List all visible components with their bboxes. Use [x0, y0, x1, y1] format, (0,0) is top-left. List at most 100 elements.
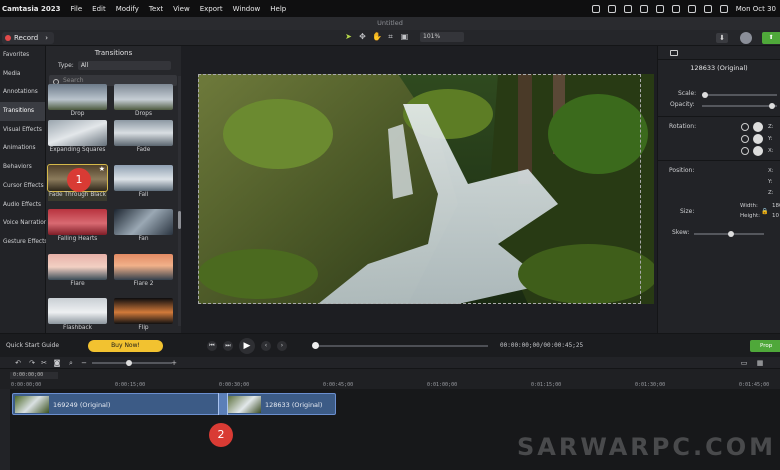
menu-text[interactable]: Text	[149, 5, 163, 13]
rotate-x-icon[interactable]	[741, 147, 749, 155]
hand-tool-icon[interactable]: ✋	[372, 32, 382, 42]
nav-behaviors[interactable]: Behaviors	[0, 158, 45, 177]
zoom-icon[interactable]: ⌕	[67, 359, 75, 367]
zoom-select[interactable]: 101%	[420, 32, 464, 42]
tile-fan[interactable]: Fan	[114, 209, 173, 245]
next-frame-icon[interactable]: ›	[277, 341, 287, 351]
arrow-tool-icon[interactable]: ➤	[344, 32, 353, 42]
rotate-z-dial[interactable]	[753, 122, 763, 132]
rotate-y-icon[interactable]	[741, 135, 749, 143]
prev-frame-icon[interactable]: ‹	[261, 341, 271, 351]
tile-drops[interactable]: Drops	[114, 84, 173, 120]
menu-view[interactable]: View	[173, 5, 190, 13]
quick-start-guide-link[interactable]: Quick Start Guide	[6, 342, 59, 349]
redo-icon[interactable]: ↷	[28, 359, 36, 367]
tile-flare-2[interactable]: Flare 2	[114, 254, 173, 290]
tile-flashback[interactable]: Flashback	[48, 298, 107, 334]
buy-now-button[interactable]: Buy Now!	[88, 340, 163, 352]
timeline-clip-2[interactable]: 128633 (Original)	[224, 393, 336, 415]
nav-audio-effects[interactable]: Audio Effects	[0, 196, 45, 215]
scale-slider[interactable]	[702, 92, 777, 98]
screen-icon[interactable]	[591, 4, 600, 13]
slider-knob[interactable]	[728, 231, 734, 237]
divider	[658, 160, 780, 161]
step-forward-icon[interactable]: ⏭	[223, 341, 233, 351]
shield-icon[interactable]	[623, 4, 632, 13]
menu-edit[interactable]: Edit	[92, 5, 106, 13]
slider-knob[interactable]	[769, 103, 775, 109]
rotate-z-icon[interactable]	[741, 123, 749, 131]
nav-visual-effects[interactable]: Visual Effects	[0, 121, 45, 140]
track-header[interactable]	[0, 389, 10, 470]
undo-icon[interactable]: ↶	[14, 359, 22, 367]
split-icon[interactable]: ✂	[40, 359, 48, 367]
playhead-time[interactable]: 0:00:00;00	[10, 372, 58, 379]
tile-flip[interactable]: Flip	[114, 298, 173, 334]
nav-animations[interactable]: Animations	[0, 139, 45, 158]
bluetooth-icon[interactable]	[671, 4, 680, 13]
layout-icon[interactable]: ▭	[740, 359, 748, 367]
export-button[interactable]: ⬆	[762, 32, 780, 44]
type-select[interactable]: All	[77, 61, 171, 70]
divider	[658, 116, 780, 117]
camera-icon[interactable]: ◙	[53, 359, 61, 367]
avatar[interactable]	[740, 32, 752, 44]
nav-voice-narration[interactable]: Voice Narration	[0, 214, 47, 233]
search-icon[interactable]	[719, 4, 728, 13]
tile-drop[interactable]: Drop	[48, 84, 107, 120]
skew-slider[interactable]	[694, 231, 764, 237]
height-value[interactable]: 10	[772, 213, 779, 219]
timeline-clip-1[interactable]: 169249 (Original)	[12, 393, 222, 415]
user-icon[interactable]	[607, 4, 616, 13]
menu-modify[interactable]: Modify	[116, 5, 139, 13]
scrub-track[interactable]	[316, 345, 488, 347]
star-icon[interactable]: ★	[99, 165, 105, 173]
rotate-y-dial[interactable]	[753, 134, 763, 144]
download-icon[interactable]: ⬇	[716, 33, 728, 43]
tile-fall[interactable]: Fall	[114, 165, 173, 201]
battery-icon[interactable]	[687, 4, 696, 13]
step-back-icon[interactable]: ⏮	[207, 341, 217, 351]
menu-app-name[interactable]: Camtasia 2023	[2, 5, 60, 13]
selection-box[interactable]	[198, 74, 641, 304]
properties-button[interactable]: Prop	[750, 340, 780, 352]
tile-flare[interactable]: Flare	[48, 254, 107, 290]
rotate-x-dial[interactable]	[753, 146, 763, 156]
timeline-zoom-slider[interactable]	[92, 362, 172, 364]
opacity-slider[interactable]	[702, 103, 777, 109]
record-label: Record	[14, 34, 39, 42]
fit-tool-icon[interactable]: ▣	[400, 32, 409, 42]
slider-knob[interactable]	[702, 92, 708, 98]
menu-file[interactable]: File	[70, 5, 82, 13]
nav-transitions[interactable]: Transitions	[0, 102, 45, 121]
tile-expanding-squares[interactable]: Expanding Squares	[48, 120, 107, 156]
timeline-ruler[interactable]: 0:00:00;00 0:00:15;00 0:00:30;00 0:00:45…	[0, 369, 780, 389]
move-tool-icon[interactable]: ✥	[358, 32, 367, 42]
clock[interactable]: Mon Oct 30	[736, 5, 776, 13]
zoom-in-icon[interactable]: +	[170, 359, 178, 367]
nav-favorites[interactable]: Favorites	[0, 46, 45, 65]
lock-icon[interactable]: 🔒	[761, 208, 768, 215]
visual-properties-icon[interactable]	[670, 50, 678, 56]
zoom-out-icon[interactable]: −	[80, 359, 88, 367]
width-value[interactable]: 180	[772, 203, 780, 209]
scrub-knob[interactable]	[312, 342, 319, 349]
menu-export[interactable]: Export	[200, 5, 223, 13]
grid-icon[interactable]: ▦	[756, 359, 764, 367]
nav-annotations[interactable]: Annotations	[0, 83, 45, 102]
clipboard-icon[interactable]	[639, 4, 648, 13]
menu-help[interactable]: Help	[270, 5, 286, 13]
nav-gesture-effects[interactable]: Gesture Effects	[0, 233, 47, 252]
timeline-zoom-knob[interactable]	[126, 360, 132, 366]
transition-marker[interactable]	[218, 393, 228, 415]
record-icon[interactable]	[655, 4, 664, 13]
menu-window[interactable]: Window	[233, 5, 261, 13]
tile-fade[interactable]: Fade	[114, 120, 173, 156]
play-button[interactable]: ▶	[239, 338, 255, 354]
crop-tool-icon[interactable]: ⌗	[386, 32, 395, 42]
wifi-icon[interactable]	[703, 4, 712, 13]
record-button[interactable]: Record ›	[2, 32, 54, 44]
nav-cursor-effects[interactable]: Cursor Effects	[0, 177, 45, 196]
nav-media[interactable]: Media	[0, 65, 45, 84]
tile-falling-hearts[interactable]: Falling Hearts	[48, 209, 107, 245]
